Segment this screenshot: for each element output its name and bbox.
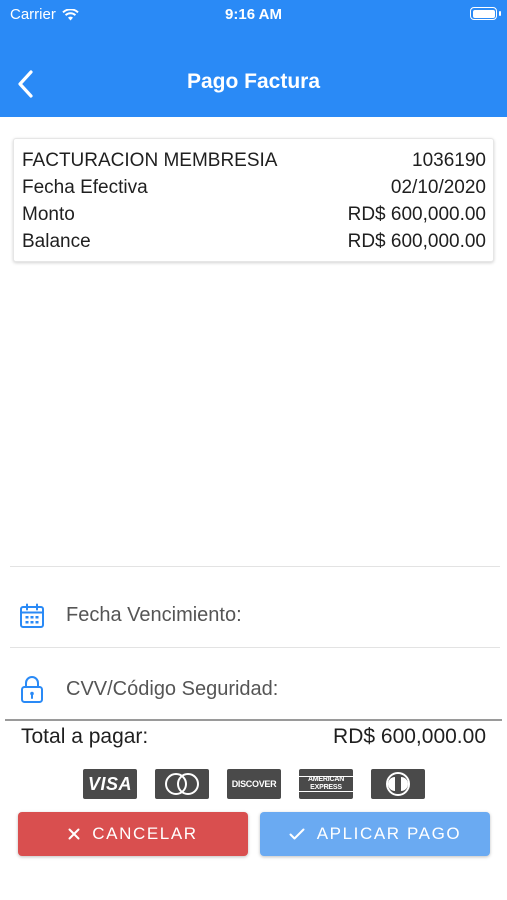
visa-icon: VISA bbox=[83, 769, 137, 799]
checkmark-icon bbox=[289, 828, 305, 840]
amex-icon: AMERICAN EXPRESS bbox=[299, 769, 353, 799]
lock-icon bbox=[14, 674, 50, 704]
invoice-row-value: RD$ 600,000.00 bbox=[347, 231, 486, 252]
cvv-label: CVV/Código Seguridad: bbox=[66, 677, 279, 700]
cancel-button-label: CANCELAR bbox=[92, 824, 198, 843]
invoice-row: Monto RD$ 600,000.00 bbox=[22, 201, 486, 228]
invoice-row-label: FACTURACION MEMBRESIA bbox=[22, 150, 278, 171]
accepted-cards: VISA DISCOVER AMERICAN EXPRESS bbox=[83, 769, 443, 799]
invoice-row: Balance RD$ 600,000.00 bbox=[22, 228, 486, 255]
invoice-row-value: 1036190 bbox=[412, 150, 486, 171]
invoice-row: FACTURACION MEMBRESIA 1036190 bbox=[22, 147, 486, 174]
amex-wordmark-line1: AMERICAN bbox=[307, 776, 345, 783]
diners-club-icon bbox=[371, 769, 425, 799]
apply-payment-button-label: APLICAR PAGO bbox=[316, 824, 462, 843]
expiry-date-field[interactable]: Fecha Vencimiento: bbox=[10, 584, 500, 648]
cvv-field[interactable]: CVV/Código Seguridad: bbox=[10, 659, 500, 719]
divider bbox=[10, 566, 500, 567]
status-bar: Carrier 9:16 AM bbox=[0, 0, 507, 30]
mastercard-icon bbox=[155, 769, 209, 799]
invoice-row-label: Fecha Efectiva bbox=[22, 177, 148, 198]
close-icon bbox=[68, 828, 80, 840]
app-header: Carrier 9:16 AM Pago Factura bbox=[0, 0, 507, 117]
visa-wordmark: VISA bbox=[87, 773, 132, 794]
battery-icon bbox=[470, 7, 501, 20]
status-time: 9:16 AM bbox=[225, 6, 282, 23]
calendar-icon bbox=[14, 603, 50, 629]
total-label: Total a pagar: bbox=[21, 725, 149, 748]
invoice-row-value: RD$ 600,000.00 bbox=[347, 204, 486, 225]
invoice-row: Fecha Efectiva 02/10/2020 bbox=[22, 174, 486, 201]
invoice-row-label: Monto bbox=[22, 204, 75, 225]
cancel-button[interactable]: CANCELAR bbox=[18, 812, 248, 856]
invoice-row-label: Balance bbox=[22, 231, 91, 252]
invoice-card: FACTURACION MEMBRESIA 1036190 Fecha Efec… bbox=[13, 138, 494, 262]
discover-wordmark: DISCOVER bbox=[231, 779, 277, 789]
discover-icon: DISCOVER bbox=[227, 769, 281, 799]
expiry-date-label: Fecha Vencimiento: bbox=[66, 604, 242, 626]
apply-payment-button[interactable]: APLICAR PAGO bbox=[260, 812, 490, 856]
input-underline bbox=[5, 719, 502, 721]
page-title: Pago Factura bbox=[186, 70, 321, 93]
total-row: Total a pagar: RD$ 600,000.00 bbox=[21, 725, 486, 749]
total-value: RD$ 600,000.00 bbox=[333, 725, 486, 748]
invoice-row-value: 02/10/2020 bbox=[390, 177, 486, 198]
